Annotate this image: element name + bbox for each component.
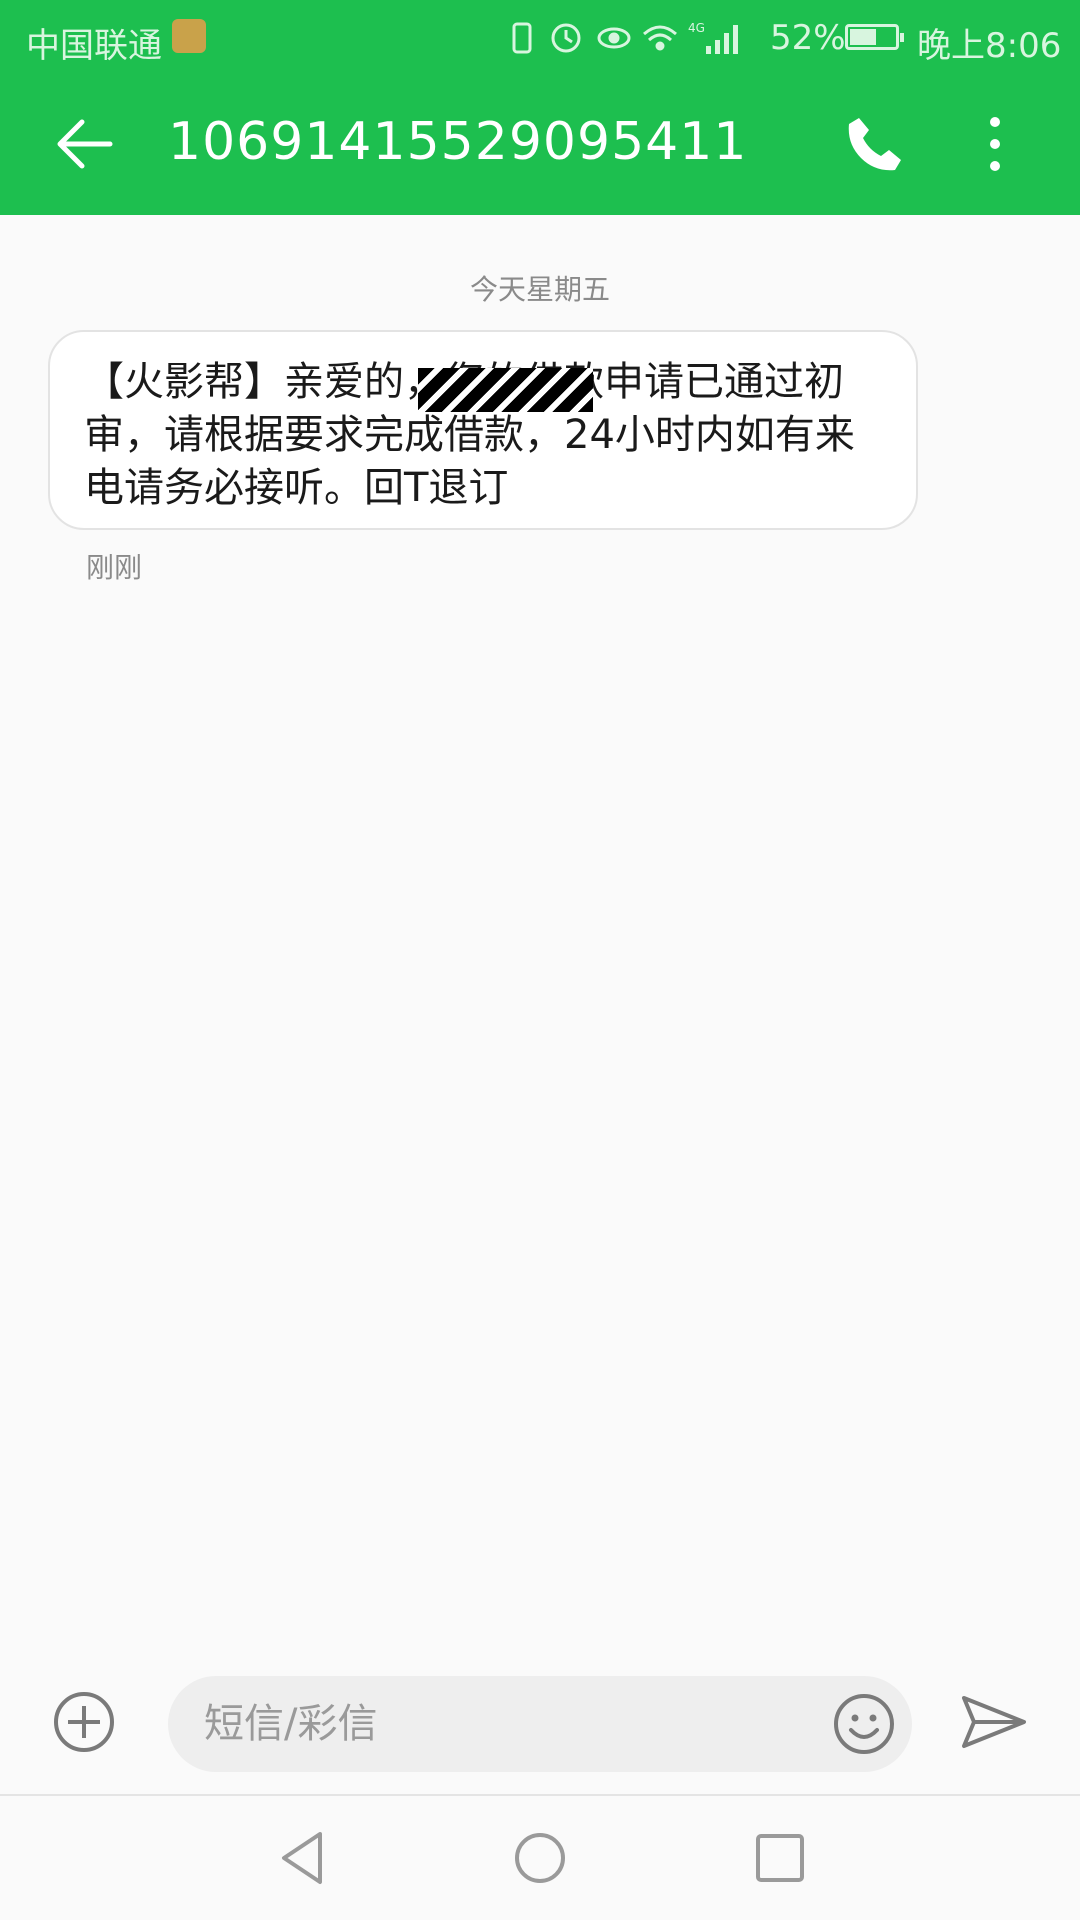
message-composer <box>0 1660 1080 1790</box>
battery-percent: 52% <box>770 18 846 58</box>
back-arrow-icon[interactable] <box>52 112 116 176</box>
redaction-scribble <box>418 368 593 412</box>
battery-icon <box>845 24 904 50</box>
message-timestamp: 刚刚 <box>86 551 143 584</box>
status-icons: 4G <box>512 21 738 54</box>
nav-back-icon[interactable] <box>274 1828 330 1888</box>
svg-text:4G: 4G <box>688 21 705 35</box>
add-attachment-icon[interactable] <box>52 1690 116 1754</box>
app-notification-icon <box>172 19 206 53</box>
carrier-name: 中国联通 <box>26 26 162 66</box>
phone-call-icon[interactable] <box>845 114 905 174</box>
incoming-message-bubble[interactable]: 【火影帮】亲爱的，您的借款申请已通过初审，请根据要求完成借款，24小时内如有来电… <box>48 330 918 530</box>
send-icon[interactable] <box>960 1690 1028 1754</box>
system-navigation-bar <box>0 1796 1080 1920</box>
nav-home-icon[interactable] <box>512 1828 568 1888</box>
contact-number-title: 10691415529095411 <box>168 112 748 172</box>
status-time: 晚上8:06 <box>917 26 1062 66</box>
emoji-icon[interactable] <box>832 1692 896 1756</box>
date-separator: 今天星期五 <box>469 273 610 306</box>
top-app-bar: 中国联通 4G 52% 晚上8:06 10691415529095411 <box>0 0 1080 215</box>
status-bar: 中国联通 4G 52% 晚上8:06 <box>0 0 1080 76</box>
more-options-icon[interactable] <box>980 114 1010 174</box>
message-input-container <box>168 1676 912 1772</box>
nav-recents-icon[interactable] <box>752 1828 808 1888</box>
message-input[interactable] <box>204 1694 764 1754</box>
conversation-toolbar: 10691415529095411 <box>0 90 1080 200</box>
